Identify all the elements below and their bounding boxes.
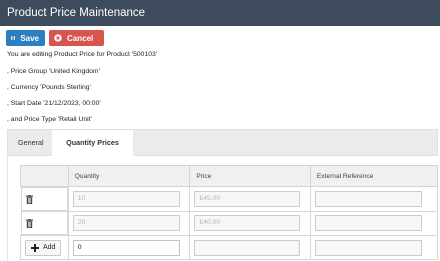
- cancel-label: Cancel: [67, 33, 94, 43]
- add-label: Add: [43, 244, 56, 251]
- new-quantity-field[interactable]: 0: [72, 239, 180, 256]
- column-header-actions: [20, 165, 69, 187]
- column-header-external-reference: External Reference: [309, 165, 439, 187]
- plus-icon: [31, 243, 39, 252]
- quantity-prices-panel: Quantity Price External Reference 10 £45…: [7, 156, 439, 261]
- trash-icon[interactable]: [25, 219, 33, 228]
- price-field[interactable]: £45.00: [194, 190, 301, 207]
- floppy-disk-icon: [11, 36, 16, 40]
- new-row: Add 0: [20, 235, 439, 260]
- column-header-price: Price: [189, 165, 311, 187]
- column-header-quantity: Quantity: [67, 165, 191, 187]
- tab-quantity-prices[interactable]: Quantity Prices: [52, 130, 133, 156]
- times-circle-icon: [54, 34, 62, 42]
- external-reference-field[interactable]: [314, 215, 422, 232]
- new-price-field[interactable]: [194, 239, 301, 256]
- save-label: Save: [20, 33, 39, 43]
- quantity-field[interactable]: 10: [72, 190, 180, 207]
- cancel-button[interactable]: Cancel: [49, 30, 104, 46]
- trash-icon[interactable]: [25, 195, 33, 204]
- info-currency: , Currency 'Pounds Sterling': [7, 84, 91, 91]
- tab-bar: General Quantity Prices: [7, 129, 438, 156]
- quantity-field[interactable]: 20: [72, 215, 180, 232]
- external-reference-field[interactable]: [314, 190, 422, 207]
- info-start-date: , Start Date '21/12/2023, 00:00': [7, 100, 101, 107]
- price-field[interactable]: £40.00: [194, 215, 301, 232]
- info-product: You are editing Product Price for Produc…: [7, 51, 158, 58]
- table-row: 20 £40.00: [20, 210, 439, 236]
- new-external-reference-field[interactable]: [314, 239, 422, 256]
- add-row-button[interactable]: Add: [25, 239, 62, 256]
- save-button[interactable]: Save: [6, 30, 45, 46]
- tab-general[interactable]: General: [10, 130, 52, 156]
- quantity-prices-table: Quantity Price External Reference 10 £45…: [20, 165, 439, 260]
- info-price-group: , Price Group 'United Kingdom': [7, 68, 100, 75]
- table-row: 10 £45.00: [20, 186, 439, 212]
- window-title: Product Price Maintenance: [0, 0, 440, 26]
- info-price-type: , and Price Type 'Retail Unit': [7, 116, 92, 123]
